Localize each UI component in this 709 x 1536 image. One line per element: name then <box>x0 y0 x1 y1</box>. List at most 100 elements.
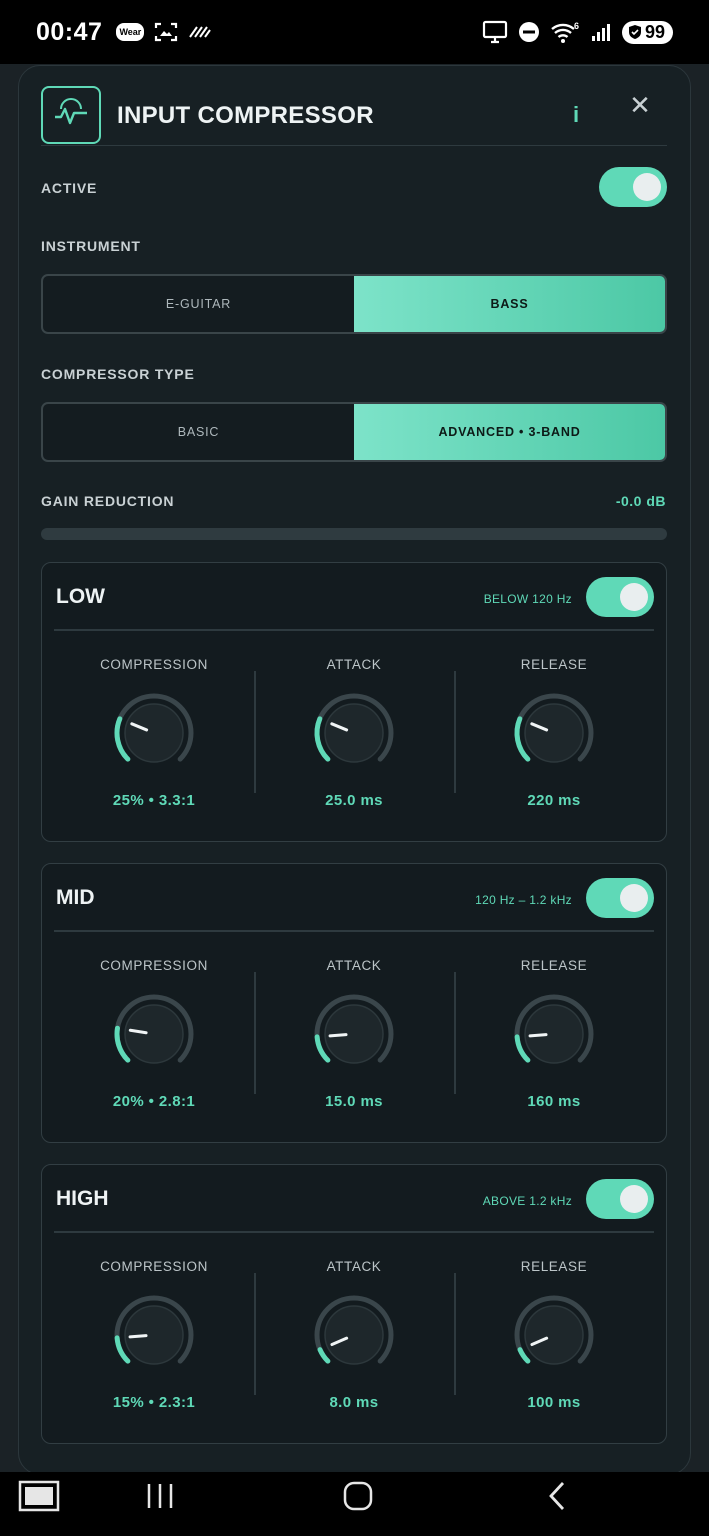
compressor-type-option-advanced[interactable]: ADVANCED • 3-BAND <box>354 404 665 460</box>
band-mid: MID 120 Hz – 1.2 kHz COMPRESSION 20% • 2.… <box>41 863 667 1143</box>
attack-label: ATTACK <box>326 1259 382 1274</box>
close-icon: ✕ <box>629 90 651 120</box>
compression-label: COMPRESSION <box>100 958 208 973</box>
attack-knob[interactable] <box>309 688 399 778</box>
info-button[interactable]: i <box>573 102 579 128</box>
attack-value: 15.0 ms <box>325 1093 383 1110</box>
release-knob[interactable] <box>509 1290 599 1380</box>
release-control: RELEASE 220 ms <box>454 647 654 817</box>
svg-text:6: 6 <box>574 21 579 31</box>
attack-control: ATTACK 25.0 ms <box>254 647 454 817</box>
compression-value: 20% • 2.8:1 <box>112 1093 196 1110</box>
band-range: BELOW 120 Hz <box>483 592 572 606</box>
input-compressor-sheet: INPUT COMPRESSOR i ✕ ACTIVE INSTRUMENT E… <box>18 65 691 1475</box>
band-high: HIGH ABOVE 1.2 kHz COMPRESSION 15% • 2.3:… <box>41 1164 667 1444</box>
compression-value: 15% • 2.3:1 <box>112 1394 196 1411</box>
knob-level <box>517 1347 531 1364</box>
band-range: 120 Hz – 1.2 kHz <box>475 893 572 907</box>
band-toggle[interactable] <box>586 878 654 918</box>
release-value: 220 ms <box>527 792 581 809</box>
compressor-type-label: COMPRESSOR TYPE <box>41 366 195 382</box>
band-name: LOW <box>56 585 105 608</box>
band-range: ABOVE 1.2 kHz <box>482 1194 572 1208</box>
instrument-selector: E-GUITAR BASS <box>41 274 667 334</box>
knob-body <box>124 1305 184 1365</box>
do-not-disturb-icon <box>518 22 539 42</box>
instrument-label: INSTRUMENT <box>41 238 141 254</box>
release-control: RELEASE 160 ms <box>454 948 654 1118</box>
attack-knob[interactable] <box>309 989 399 1079</box>
compression-value: 25% • 3.3:1 <box>112 792 196 809</box>
knob-body <box>524 1305 584 1365</box>
recent-apps-icon[interactable] <box>146 1482 174 1510</box>
toggle-knob <box>620 1185 648 1213</box>
compressor-type-option-basic[interactable]: BASIC <box>43 404 354 460</box>
pulse-icon <box>55 98 87 125</box>
toggle-knob <box>620 583 648 611</box>
knob-body <box>124 703 184 763</box>
knob-body <box>324 703 384 763</box>
knob-level <box>317 1347 331 1364</box>
instrument-option-e-guitar[interactable]: E-GUITAR <box>43 276 354 332</box>
signal-icon <box>591 24 610 41</box>
gain-reduction-meter <box>41 528 667 540</box>
battery-level: 99 <box>644 21 665 42</box>
notification-stripes-icon <box>189 26 212 38</box>
knob-indicator <box>528 1033 548 1038</box>
back-icon[interactable] <box>544 1480 570 1512</box>
close-button[interactable]: ✕ <box>625 90 655 120</box>
wear-icon: Wear <box>116 23 145 41</box>
band-low: LOW BELOW 120 Hz COMPRESSION 25% • 3.3:1 … <box>41 562 667 842</box>
instrument-option-bass[interactable]: BASS <box>354 276 665 332</box>
compression-knob[interactable] <box>109 1290 199 1380</box>
release-label: RELEASE <box>520 958 588 973</box>
band-toggle[interactable] <box>586 577 654 617</box>
compression-knob[interactable] <box>109 688 199 778</box>
keyboard-toggle-icon[interactable] <box>18 1480 60 1512</box>
compression-control: COMPRESSION 20% • 2.8:1 <box>54 948 254 1118</box>
band-divider <box>54 629 654 631</box>
release-value: 160 ms <box>527 1093 581 1110</box>
compression-control: COMPRESSION 15% • 2.3:1 <box>54 1249 254 1419</box>
page-title: INPUT COMPRESSOR <box>117 102 374 129</box>
knob-indicator <box>328 1033 348 1038</box>
release-value: 100 ms <box>527 1394 581 1411</box>
knob-body <box>524 703 584 763</box>
knob-indicator <box>128 1334 148 1339</box>
wifi-icon: 6 <box>551 21 579 43</box>
battery-shield-icon <box>628 25 641 39</box>
attack-knob[interactable] <box>309 1290 399 1380</box>
home-icon[interactable] <box>342 1480 374 1512</box>
compression-knob[interactable] <box>109 989 199 1079</box>
knob-body <box>324 1305 384 1365</box>
attack-control: ATTACK 15.0 ms <box>254 948 454 1118</box>
compression-label: COMPRESSION <box>100 1259 208 1274</box>
compressor-logo <box>41 86 101 144</box>
release-label: RELEASE <box>520 657 588 672</box>
band-toggle[interactable] <box>586 1179 654 1219</box>
attack-label: ATTACK <box>326 958 382 973</box>
gain-reduction-value: -0.0 dB <box>615 493 666 509</box>
compression-label: COMPRESSION <box>100 657 208 672</box>
knob-body <box>124 1004 184 1064</box>
battery-indicator: 99 <box>621 20 673 44</box>
sheet-header: INPUT COMPRESSOR i ✕ <box>41 86 667 146</box>
knob-body <box>324 1004 384 1064</box>
navigation-bar <box>0 1472 709 1536</box>
toggle-knob <box>633 173 661 201</box>
status-bar: 00:47 Wear 6 99 <box>0 0 709 64</box>
band-name: HIGH <box>56 1187 109 1210</box>
release-control: RELEASE 100 ms <box>454 1249 654 1419</box>
attack-label: ATTACK <box>326 657 382 672</box>
release-knob[interactable] <box>509 989 599 1079</box>
knob-body <box>524 1004 584 1064</box>
attack-control: ATTACK 8.0 ms <box>254 1249 454 1419</box>
status-time: 00:47 <box>36 17 103 46</box>
release-knob[interactable] <box>509 688 599 778</box>
screenshot-icon <box>155 22 178 42</box>
compression-control: COMPRESSION 25% • 3.3:1 <box>54 647 254 817</box>
active-toggle[interactable] <box>599 167 667 207</box>
toggle-knob <box>620 884 648 912</box>
active-label: ACTIVE <box>41 180 98 196</box>
band-divider <box>54 930 654 932</box>
